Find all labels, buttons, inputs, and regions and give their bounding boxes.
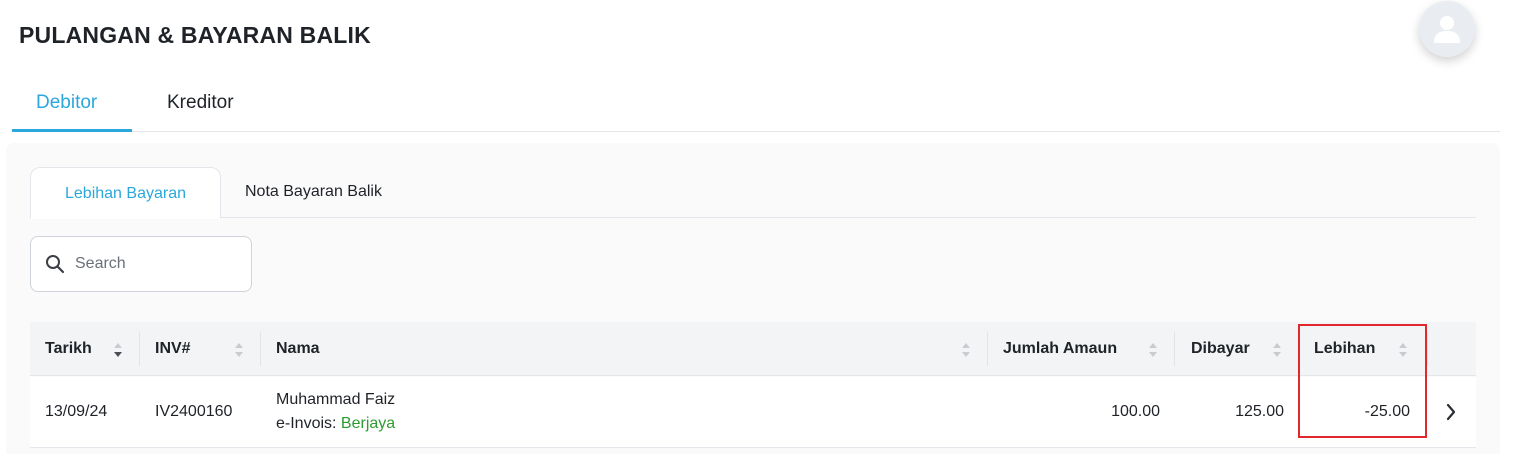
einvois-status-line: e-Invois: Berjaya	[276, 415, 395, 433]
search-box	[30, 236, 252, 292]
column-header-jumlah-amaun[interactable]: Jumlah Amaun	[1003, 322, 1117, 376]
tab-lebihan-bayaran-label: Lebihan Bayaran	[65, 185, 186, 202]
sort-icon-nama[interactable]	[961, 337, 971, 361]
column-divider	[1174, 332, 1175, 366]
column-divider	[987, 332, 988, 366]
sort-icon-dibayar[interactable]	[1272, 337, 1282, 361]
einvois-status: Berjaya	[340, 415, 396, 432]
user-icon	[1434, 16, 1460, 43]
column-header-nama-label: Nama	[276, 340, 320, 357]
search-input[interactable]	[75, 255, 235, 273]
tab-debitor[interactable]: Debitor	[36, 92, 97, 132]
tab-nota-bayaran-balik[interactable]: Nota Bayaran Balik	[245, 183, 382, 201]
column-divider	[139, 332, 140, 366]
cell-dibayar: 125.00	[1235, 403, 1284, 420]
sub-tabs: Lebihan Bayaran Nota Bayaran Balik	[30, 167, 1476, 219]
tab-debitor-label: Debitor	[36, 92, 98, 113]
highlight-box	[1298, 324, 1427, 438]
column-header-inv-label: INV#	[155, 340, 191, 357]
sort-icon-inv[interactable]	[234, 337, 244, 361]
cell-inv: IV2400160	[155, 403, 233, 420]
tab-nota-bayaran-balik-label: Nota Bayaran Balik	[245, 183, 382, 200]
column-header-dibayar[interactable]: Dibayar	[1191, 322, 1250, 376]
table-row[interactable]: 13/09/24 IV2400160 Muhammad Faiz e-Invoi…	[30, 377, 1476, 448]
sort-icon-jumlah-amaun[interactable]	[1148, 337, 1158, 361]
cell-jumlah-amaun: 100.00	[1111, 403, 1160, 420]
tab-lebihan-bayaran[interactable]: Lebihan Bayaran	[30, 167, 221, 219]
column-header-tarikh-label: Tarikh	[45, 340, 92, 357]
search-icon	[46, 255, 65, 274]
sort-icon-tarikh[interactable]	[113, 337, 123, 361]
cell-tarikh: 13/09/24	[45, 403, 108, 420]
tab-kreditor-label: Kreditor	[167, 92, 234, 113]
chevron-right-icon[interactable]	[1445, 403, 1457, 421]
column-header-dibayar-label: Dibayar	[1191, 340, 1250, 357]
column-header-nama[interactable]: Nama	[276, 322, 320, 376]
page-title: PULANGAN & BAYARAN BALIK	[19, 22, 371, 48]
active-tab-indicator	[12, 129, 132, 132]
column-divider	[1427, 332, 1428, 366]
tab-kreditor[interactable]: Kreditor	[167, 92, 234, 132]
main-tabs: Debitor Kreditor	[12, 70, 1500, 132]
cell-nama: Muhammad Faiz	[276, 391, 396, 408]
einvois-label: e-Invois:	[276, 415, 337, 432]
avatar[interactable]	[1419, 1, 1475, 57]
table-header: Tarikh INV# Nama Jumlah Amaun Dibayar Le…	[30, 322, 1476, 376]
column-header-jumlah-amaun-label: Jumlah Amaun	[1003, 340, 1118, 357]
column-divider	[260, 332, 261, 366]
column-header-tarikh[interactable]: Tarikh	[45, 322, 92, 376]
column-header-inv[interactable]: INV#	[155, 322, 191, 376]
